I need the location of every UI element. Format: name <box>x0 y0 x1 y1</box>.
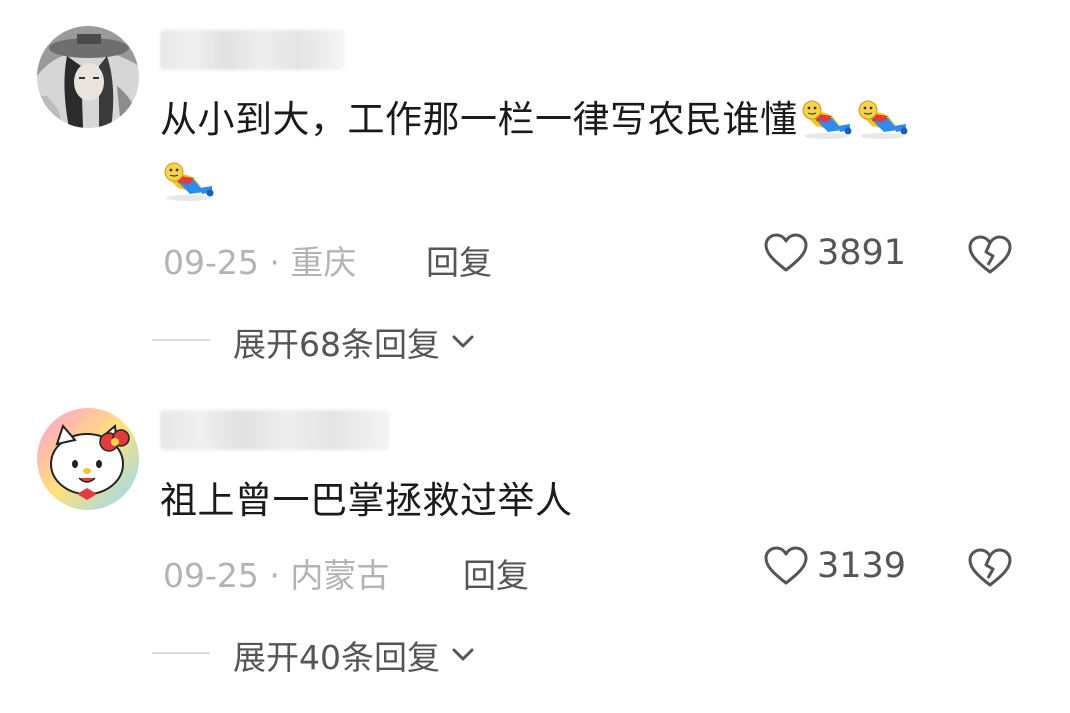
broken-heart-icon[interactable] <box>967 547 1013 589</box>
meta-separator: · <box>269 556 280 595</box>
doge-lying-icon <box>798 96 854 140</box>
like-button[interactable]: 3891 <box>763 232 906 274</box>
expand-replies-label: 展开68条回复 <box>233 325 440 364</box>
like-count: 3139 <box>817 546 907 586</box>
username-blurred[interactable] <box>160 410 390 450</box>
doge-lying-icon <box>160 158 216 202</box>
like-count: 3891 <box>817 233 907 273</box>
avatar[interactable] <box>37 26 139 128</box>
divider <box>152 339 210 341</box>
comment-date: 09-25 <box>163 243 259 282</box>
comment-meta: 09-25 · 内蒙古 <box>163 549 389 597</box>
comment-date: 09-25 <box>163 556 259 595</box>
comment-text: 祖上曾一巴掌拯救过举人 <box>160 470 1020 532</box>
heart-icon <box>763 545 809 587</box>
comment-text-content: 祖上曾一巴掌拯救过举人 <box>160 479 573 522</box>
expand-replies-button[interactable]: 展开40条回复 <box>233 631 476 679</box>
chevron-down-icon <box>450 645 476 665</box>
doge-lying-icon <box>854 96 910 140</box>
comment-text: 从小到大，工作那一栏一律写农民谁懂 <box>160 89 1020 213</box>
expand-replies-button[interactable]: 展开68条回复 <box>233 318 476 366</box>
avatar[interactable] <box>37 408 139 510</box>
comment-meta: 09-25 · 重庆 <box>163 236 356 284</box>
username-blurred[interactable] <box>160 30 345 70</box>
divider <box>152 652 210 654</box>
reply-button[interactable]: 回复 <box>463 549 529 597</box>
heart-icon <box>763 232 809 274</box>
comment-text-content: 从小到大，工作那一栏一律写农民谁懂 <box>160 98 798 141</box>
reply-button[interactable]: 回复 <box>426 236 492 284</box>
chevron-down-icon <box>450 332 476 352</box>
broken-heart-icon[interactable] <box>967 234 1013 276</box>
meta-separator: · <box>269 243 280 282</box>
comment-location: 重庆 <box>290 243 357 282</box>
like-button[interactable]: 3139 <box>763 545 906 587</box>
comment-location: 内蒙古 <box>290 556 390 595</box>
expand-replies-label: 展开40条回复 <box>233 638 440 677</box>
